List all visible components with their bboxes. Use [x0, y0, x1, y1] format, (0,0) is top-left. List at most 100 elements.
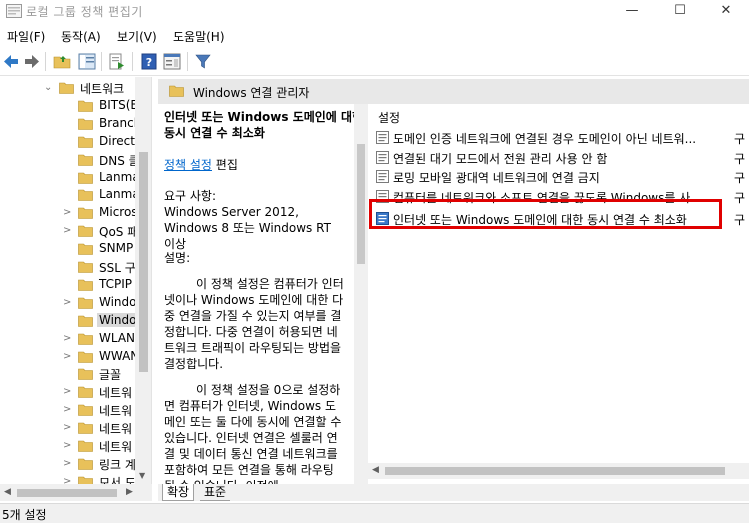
tree-item-label: WWAN: [99, 348, 140, 363]
collapsed-chevron-icon[interactable]: >: [63, 222, 71, 240]
edit-policy-link[interactable]: 정책 설정: [164, 158, 212, 172]
tree-item[interactable]: Lanma: [0, 169, 140, 187]
forward-arrow-icon[interactable]: [23, 53, 41, 70]
description-scroll-thumb[interactable]: [357, 144, 365, 264]
tree-item[interactable]: TCPIP: [0, 276, 140, 294]
collapsed-chevron-icon[interactable]: >: [63, 473, 71, 484]
tree-item[interactable]: BITS(B: [0, 97, 140, 115]
scroll-left-arrow-icon[interactable]: ◀: [4, 487, 11, 497]
tree-item-label: TCPIP: [99, 276, 133, 291]
tree-item[interactable]: > 네트워: [0, 437, 140, 455]
setting-state: 구: [734, 190, 746, 205]
scroll-down-arrow-icon[interactable]: ▼: [139, 471, 145, 480]
tree-item[interactable]: SNMP: [0, 240, 140, 258]
tree-item[interactable]: Direct: [0, 133, 140, 151]
description-pane: 인터넷 또는 Windows 도메인에 대한 동시 연결 수 최소화 정책 설정…: [158, 104, 368, 484]
scroll-right-arrow-icon[interactable]: ▶: [126, 487, 133, 497]
tree-item-label: BITS(B: [99, 97, 139, 112]
collapsed-chevron-icon[interactable]: >: [63, 437, 71, 455]
collapsed-chevron-icon[interactable]: >: [63, 383, 71, 401]
folder-icon: [78, 297, 93, 309]
menu-help[interactable]: 도움말(H): [173, 28, 225, 45]
up-folder-icon[interactable]: [53, 53, 71, 70]
tree-item[interactable]: > WLAN: [0, 330, 140, 348]
tree-item-label: Lanma: [99, 169, 140, 184]
tree-item-label: SNMP: [99, 241, 134, 256]
tree-item-label: 네트워: [99, 386, 133, 401]
policy-tree[interactable]: ⌄ 네트워크 BITS(B Branch Direct DNS 클 Lanma Lanma > M…: [0, 77, 152, 484]
show-hide-tree-icon[interactable]: [78, 53, 96, 70]
scroll-left-arrow-icon[interactable]: ◀: [372, 465, 379, 475]
tree-item[interactable]: > 모서 도: [0, 473, 140, 484]
help-icon[interactable]: ?: [140, 53, 158, 70]
settings-column-header[interactable]: 설정: [378, 109, 400, 126]
maximize-button[interactable]: ☐: [657, 0, 703, 23]
collapsed-chevron-icon[interactable]: >: [63, 401, 71, 419]
collapsed-chevron-icon[interactable]: >: [63, 455, 71, 473]
properties-icon[interactable]: [163, 53, 181, 70]
tree-item[interactable]: Branch: [0, 115, 141, 133]
folder-icon: [78, 154, 93, 166]
menu-file[interactable]: 파일(F): [7, 28, 45, 45]
tree-item[interactable]: ⌄ 네트워크: [0, 79, 140, 97]
tree-item[interactable]: > WWAN: [0, 348, 140, 366]
folder-icon: [78, 315, 93, 327]
tree-item-label: Micros: [99, 205, 138, 220]
back-arrow-icon[interactable]: [2, 53, 20, 70]
close-button[interactable]: ✕: [703, 0, 749, 23]
tree-item[interactable]: 글꼴: [0, 365, 140, 383]
menu-action[interactable]: 동작(A): [61, 28, 101, 45]
tree-vertical-scrollbar[interactable]: ▼: [135, 77, 151, 484]
group-policy-app-icon: [6, 4, 22, 18]
tree-item[interactable]: SSL 구: [0, 258, 140, 276]
tree-item-label: 네트워: [99, 422, 133, 437]
collapsed-chevron-icon[interactable]: >: [63, 348, 71, 366]
setting-document-icon: [376, 150, 389, 164]
setting-state: 구: [734, 171, 746, 185]
folder-icon: [78, 351, 93, 363]
tree-item[interactable]: > 네트워: [0, 383, 140, 401]
tree-horizontal-scrollbar[interactable]: ◀ ▶: [0, 484, 152, 501]
description-scrollbar[interactable]: [354, 104, 368, 484]
view-tabs: 확장 표준: [158, 484, 749, 501]
tree-item[interactable]: > Micros: [0, 204, 140, 222]
tab-extended[interactable]: 확장: [162, 484, 195, 501]
svg-text:?: ?: [146, 56, 152, 69]
collapsed-chevron-icon[interactable]: >: [63, 294, 71, 312]
tree-hscroll-thumb[interactable]: [17, 489, 117, 497]
tree-item[interactable]: > Windo: [0, 294, 140, 312]
tree-item[interactable]: > 네트워: [0, 401, 140, 419]
setting-row[interactable]: 도메인 인증 네트워크에 연결된 경우 도메인이 아닌 네트워... 구: [374, 128, 749, 147]
collapsed-chevron-icon[interactable]: >: [63, 330, 71, 348]
tree-item[interactable]: > 링크 계: [0, 455, 140, 473]
tree-item[interactable]: Lanma: [0, 186, 140, 204]
folder-icon: [78, 440, 93, 452]
toolbar-separator: [187, 52, 188, 71]
tree-item[interactable]: > QoS 패: [0, 222, 140, 240]
folder-icon: [78, 243, 93, 255]
status-text: 5개 설정: [2, 508, 47, 522]
tab-standard[interactable]: 표준: [200, 484, 231, 501]
tree-scroll-thumb[interactable]: [139, 152, 148, 372]
collapsed-chevron-icon[interactable]: >: [63, 204, 71, 222]
list-hscroll-thumb[interactable]: [385, 467, 725, 475]
setting-name: 연결된 대기 모드에서 전원 관리 사용 안 함: [393, 151, 608, 166]
collapsed-chevron-icon[interactable]: >: [63, 419, 71, 437]
setting-name: 도메인 인증 네트워크에 연결된 경우 도메인이 아닌 네트워...: [393, 132, 697, 146]
tree-item-label: Windo: [99, 294, 137, 309]
filter-icon[interactable]: [194, 53, 212, 70]
export-list-icon[interactable]: [108, 53, 126, 70]
tree-item[interactable]: Windo: [0, 312, 140, 330]
tree-item[interactable]: > 네트워: [0, 419, 140, 437]
minimize-button[interactable]: —: [609, 0, 655, 23]
toolbar: ?: [0, 47, 749, 76]
setting-state: 구: [734, 213, 746, 227]
expand-chevron-icon[interactable]: ⌄: [44, 79, 52, 97]
list-horizontal-scrollbar[interactable]: ◀: [368, 463, 749, 479]
tree-item[interactable]: DNS 클: [0, 151, 140, 169]
description-label: 설명:: [164, 251, 191, 265]
setting-row[interactable]: 로밍 모바일 광대역 네트워크에 연결 금지 구: [374, 167, 749, 186]
tree-item-label: Direct: [99, 133, 135, 148]
menu-view[interactable]: 보기(V): [117, 28, 157, 45]
setting-row[interactable]: 연결된 대기 모드에서 전원 관리 사용 안 함 구: [374, 148, 749, 167]
